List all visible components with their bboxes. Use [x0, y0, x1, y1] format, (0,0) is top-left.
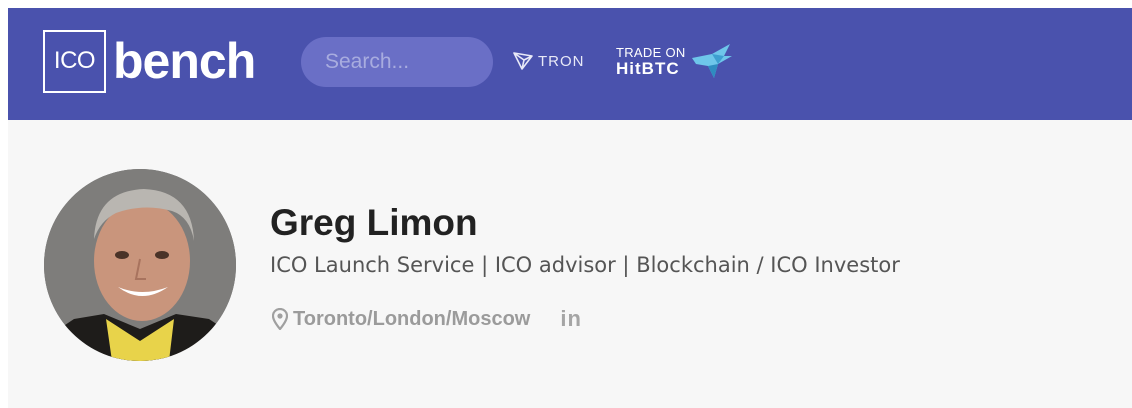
- hitbtc-text: TRADE ON HitBTC: [616, 46, 686, 77]
- avatar-photo: [44, 169, 236, 361]
- tron-icon: [513, 52, 533, 70]
- tron-sponsor-link[interactable]: TRON: [513, 52, 585, 70]
- hitbtc-brand: HitBTC: [616, 58, 680, 78]
- logo-box: ICO: [43, 29, 106, 93]
- profile-meta: Toronto/London/Moscow in: [272, 306, 582, 332]
- top-navbar: ICO bench TRON TRADE ON HitBTC: [8, 8, 1132, 120]
- hitbtc-sponsor-link[interactable]: TRADE ON HitBTC: [616, 42, 734, 82]
- search-input[interactable]: [301, 37, 493, 87]
- profile-title: ICO Launch Service | ICO advisor | Block…: [270, 253, 900, 277]
- profile-name: Greg Limon: [270, 202, 478, 243]
- tron-label: TRON: [538, 52, 585, 70]
- hitbtc-bird-icon: [691, 44, 732, 78]
- profile-section: Greg Limon ICO Launch Service | ICO advi…: [8, 120, 1132, 408]
- logo-word: bench: [113, 33, 256, 89]
- avatar: [44, 169, 236, 361]
- site-logo[interactable]: ICO bench: [43, 27, 256, 95]
- hitbtc-tagline: TRADE ON: [616, 45, 686, 61]
- profile-location: Toronto/London/Moscow: [272, 308, 530, 331]
- location-pin-icon: [272, 308, 288, 330]
- linkedin-icon[interactable]: in: [560, 306, 582, 332]
- location-text: Toronto/London/Moscow: [293, 307, 531, 330]
